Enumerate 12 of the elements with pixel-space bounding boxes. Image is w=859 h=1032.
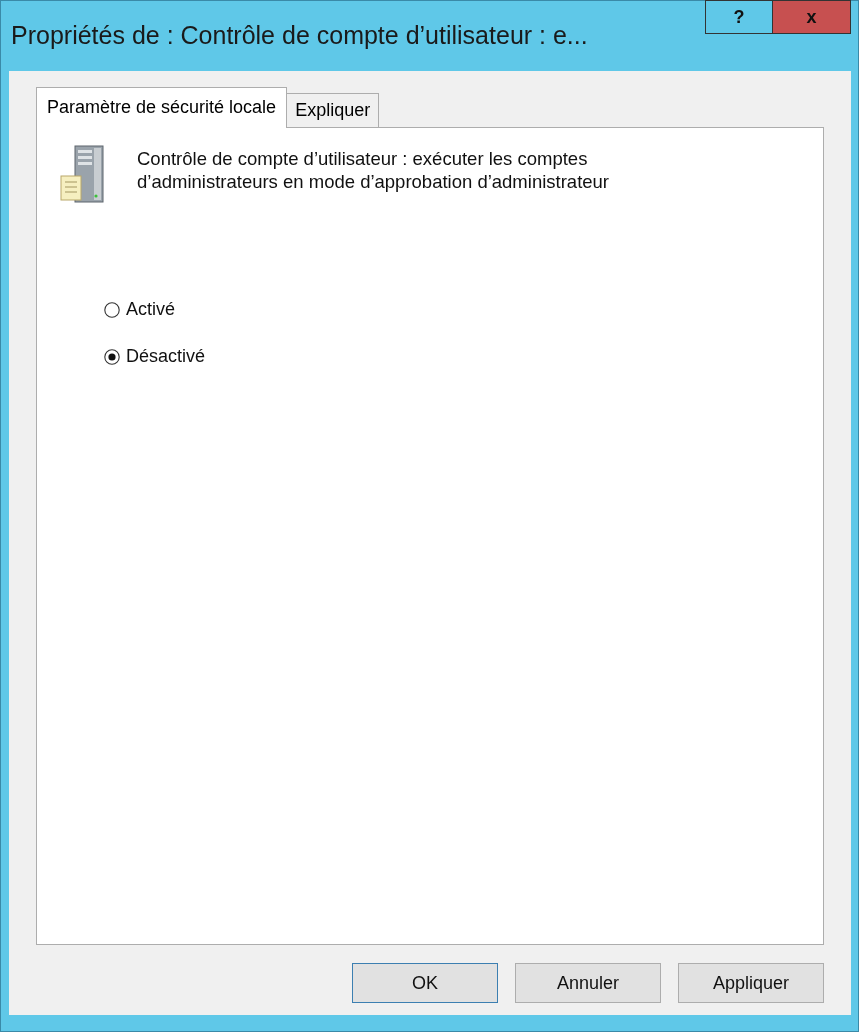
tab[interactable]: Expliquer bbox=[286, 93, 380, 127]
tab[interactable]: Paramètre de sécurité locale bbox=[36, 87, 288, 128]
dialog-button[interactable]: Annuler bbox=[515, 963, 661, 1003]
server-document-icon bbox=[57, 144, 107, 204]
help-button[interactable]: ? bbox=[705, 0, 773, 34]
radio-option[interactable]: Activé bbox=[104, 299, 803, 320]
dialog-button[interactable]: OK bbox=[352, 963, 498, 1003]
dialog-button[interactable]: Appliquer bbox=[678, 963, 824, 1003]
close-button[interactable]: x bbox=[773, 0, 851, 34]
window-title: Propriétés de : Contrôle de compte d’utilisateur : e... bbox=[10, 20, 589, 50]
policy-description: Contrôle de compte d’utilisateur : exécuter les comptes d’administrateurs en mode d’approbation d’administrateur bbox=[137, 147, 610, 193]
radio-option[interactable]: Désactivé bbox=[104, 346, 803, 367]
